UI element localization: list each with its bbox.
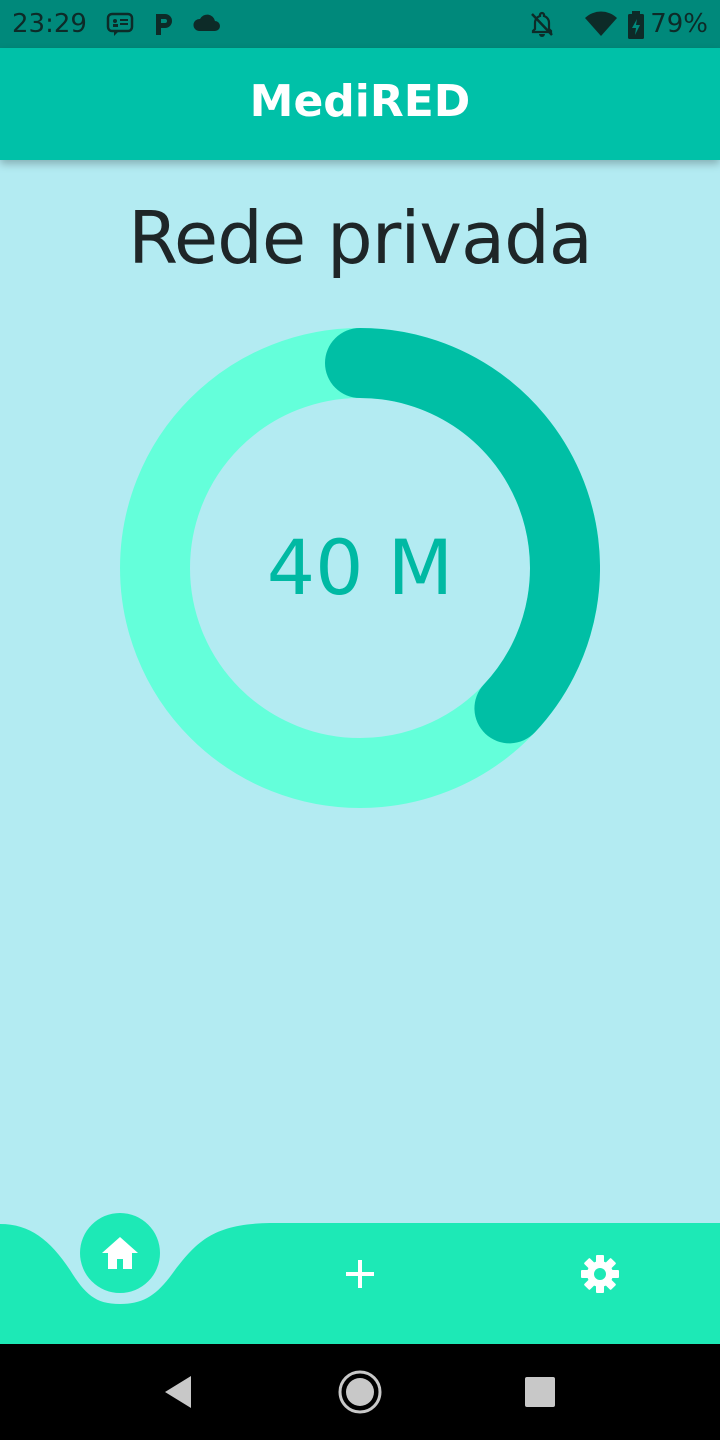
system-nav-bar	[0, 1344, 720, 1440]
back-icon	[165, 1376, 191, 1408]
wifi-icon	[584, 10, 618, 38]
battery-charging-icon	[626, 10, 646, 39]
battery-percentage: 79%	[650, 9, 708, 39]
gauge-value: 40 M	[266, 523, 454, 612]
nav-add-button[interactable]	[330, 1244, 390, 1304]
nav-home-button[interactable]	[80, 1213, 160, 1293]
recents-icon	[525, 1377, 555, 1407]
notifications-off-icon	[528, 10, 556, 38]
usage-gauge: 40 M	[120, 328, 600, 808]
cloud-icon	[192, 10, 220, 38]
app-bar: MediRED	[0, 48, 720, 160]
home-circle-icon	[338, 1370, 382, 1414]
system-recents-button[interactable]	[514, 1366, 566, 1418]
message-icon	[106, 10, 134, 38]
settings-icon	[581, 1255, 619, 1293]
status-time: 23:29	[12, 9, 87, 39]
system-home-button[interactable]	[334, 1366, 386, 1418]
add-icon	[346, 1260, 374, 1288]
system-back-button[interactable]	[152, 1366, 204, 1418]
page-title: Rede privada	[128, 196, 593, 280]
status-bar: 23:29 79%	[0, 0, 720, 48]
home-icon	[102, 1237, 138, 1269]
nav-settings-button[interactable]	[570, 1244, 630, 1304]
parking-icon	[150, 10, 178, 38]
app-title: MediRED	[249, 76, 471, 127]
